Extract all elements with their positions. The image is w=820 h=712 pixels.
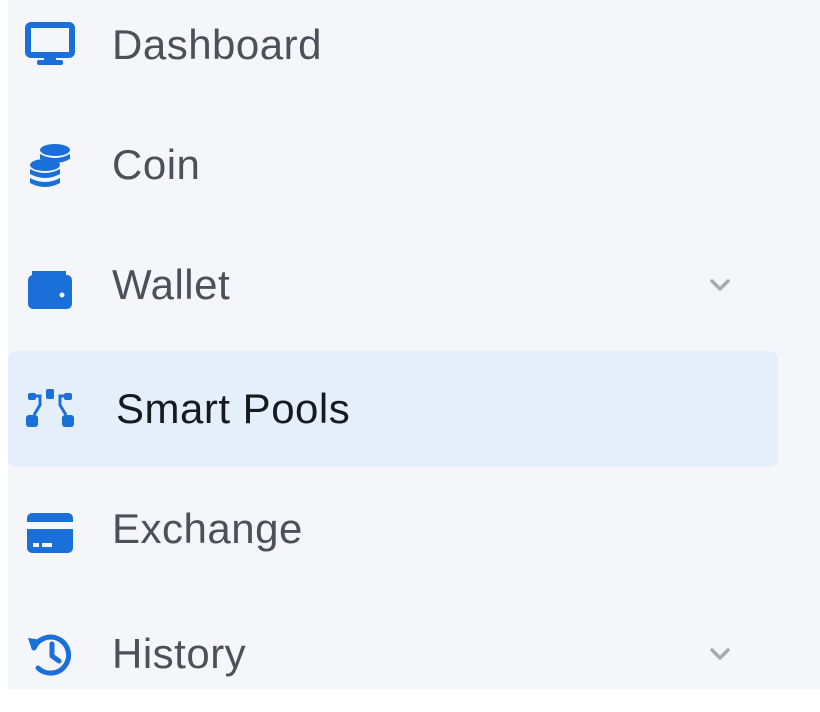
sidebar-item-label: Wallet <box>112 261 231 308</box>
coins-icon <box>24 140 76 192</box>
sidebar-item-coin[interactable]: Coin <box>8 107 778 223</box>
chevron-down-icon[interactable] <box>704 638 736 670</box>
sidebar-item-label: Smart Pools <box>116 385 351 432</box>
sidebar-item-label: Dashboard <box>112 21 322 68</box>
sidebar-item-dashboard[interactable]: Dashboard <box>8 0 778 103</box>
history-icon <box>24 628 76 680</box>
network-nodes-icon <box>24 383 76 435</box>
sidebar-item-exchange[interactable]: Exchange <box>8 471 778 587</box>
sidebar-item-wallet[interactable]: Wallet <box>8 227 778 343</box>
sidebar-item-history[interactable]: History <box>8 596 778 712</box>
sidebar-item-label: Exchange <box>112 505 303 552</box>
wallet-icon <box>24 263 76 315</box>
sidebar-nav: Dashboard Coin Wallet Smart Pools Exchan… <box>8 0 820 689</box>
chevron-down-icon[interactable] <box>704 269 736 301</box>
sidebar-item-smart-pools[interactable]: Smart Pools <box>8 351 778 467</box>
desktop-icon <box>24 19 76 71</box>
sidebar-item-label: Coin <box>112 141 201 188</box>
credit-card-icon <box>24 507 76 559</box>
sidebar-item-label: History <box>112 630 247 677</box>
